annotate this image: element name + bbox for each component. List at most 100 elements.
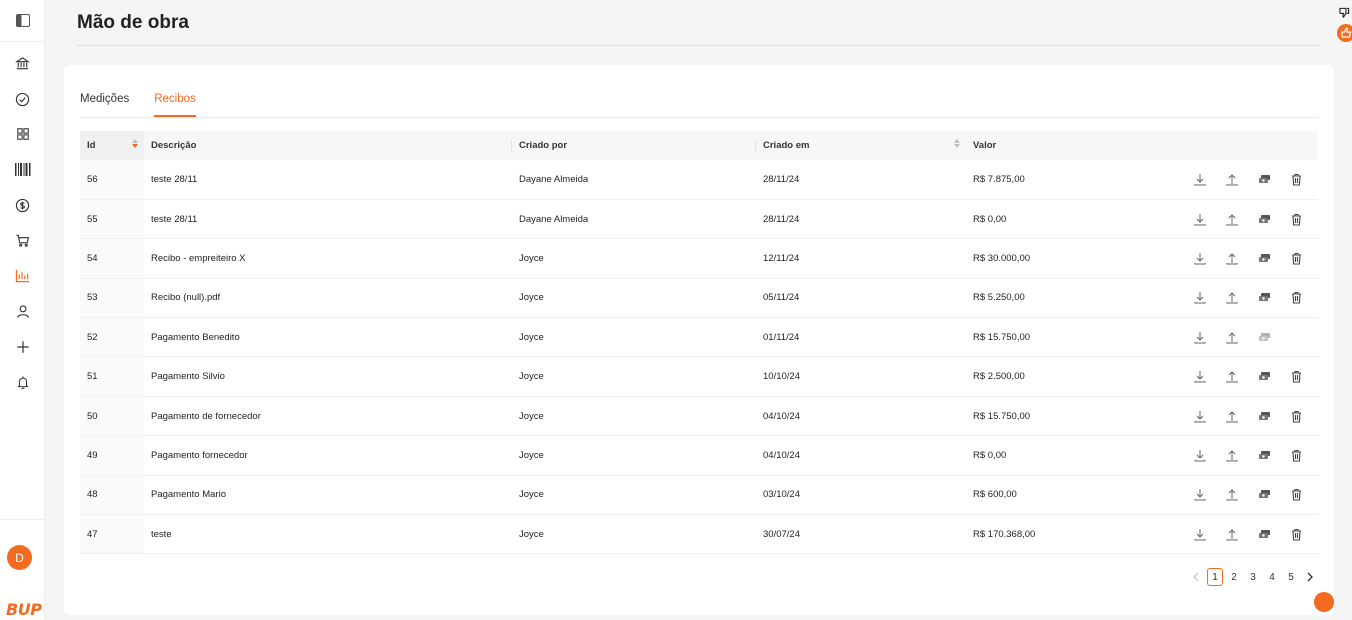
column-header-id[interactable]: Id: [80, 131, 144, 160]
feedback-button[interactable]: [1339, 5, 1350, 23]
pagination-next-button[interactable]: [1302, 568, 1318, 586]
pay-button[interactable]: [1256, 211, 1272, 227]
upload-button[interactable]: [1224, 329, 1240, 345]
table-row[interactable]: 54 Recibo - empreiteiro X Joyce 12/11/24 R$ …: [80, 238, 1318, 279]
download-button[interactable]: [1192, 369, 1208, 385]
pagination-page-5[interactable]: 5: [1283, 568, 1299, 586]
sidebar-item-barcode[interactable]: [0, 152, 45, 187]
sidebar-item-purchases[interactable]: [0, 223, 45, 258]
download-button[interactable]: [1192, 526, 1208, 542]
upload-button[interactable]: [1224, 487, 1240, 503]
download-button[interactable]: [1192, 290, 1208, 306]
tab-recibos[interactable]: Recibos: [154, 93, 196, 117]
table-row[interactable]: 49 Pagamento fornecedor Joyce 04/10/24 R$ 0,…: [80, 435, 1318, 476]
table-row[interactable]: 48 Pagamento Mario Joyce 03/10/24 R$ 600,00: [80, 475, 1318, 515]
table-row[interactable]: 50 Pagamento de fornecedor Joyce 04/10/24 R$…: [80, 396, 1318, 436]
like-badge[interactable]: [1337, 24, 1352, 42]
sidebar-item-users[interactable]: [0, 294, 45, 329]
pagination-page-2[interactable]: 2: [1226, 568, 1242, 586]
pay-button[interactable]: [1256, 329, 1272, 345]
cell-descricao: Recibo - empreiteiro X: [151, 252, 246, 264]
delete-button[interactable]: [1288, 290, 1304, 306]
upload-icon: [1226, 292, 1238, 304]
download-button[interactable]: [1192, 487, 1208, 503]
table-row[interactable]: 51 Pagamento Silvio Joyce 10/10/24 R$ 2.500,…: [80, 356, 1318, 397]
upload-button[interactable]: [1224, 369, 1240, 385]
table-row[interactable]: 55 teste 28/11 Dayane Almeida 28/11/24 R$ 0,…: [80, 199, 1318, 239]
pagination-prev-button[interactable]: [1188, 568, 1204, 586]
pay-button[interactable]: [1256, 526, 1272, 542]
cart-icon: [16, 234, 30, 247]
column-header-criado-em[interactable]: Criado em: [756, 131, 966, 160]
upload-button[interactable]: [1224, 250, 1240, 266]
cell-descricao: Pagamento de fornecedor: [151, 410, 261, 422]
upload-button[interactable]: [1224, 171, 1240, 187]
pagination-page-3[interactable]: 3: [1245, 568, 1261, 586]
delete-button[interactable]: [1288, 447, 1304, 463]
download-button[interactable]: [1192, 250, 1208, 266]
cell-criado-em: 04/10/24: [763, 410, 800, 422]
sidebar-item-add[interactable]: [0, 329, 45, 364]
delete-button[interactable]: [1288, 526, 1304, 542]
download-icon: [1194, 371, 1206, 383]
download-icon: [1194, 449, 1206, 462]
delete-button[interactable]: [1288, 250, 1304, 266]
table-row[interactable]: 56 teste 28/11 Dayane Almeida 28/11/24 R$ 7.…: [80, 160, 1318, 200]
upload-button[interactable]: [1224, 526, 1240, 542]
help-chat-button[interactable]: [1314, 592, 1334, 612]
pay-button[interactable]: [1256, 171, 1272, 187]
pagination-page-4[interactable]: 4: [1264, 568, 1280, 586]
tab-medicoes[interactable]: Medições: [80, 93, 129, 117]
receipts-table: Id Descrição Criado por Criado em Valor …: [80, 131, 1318, 554]
table-row[interactable]: 53 Recibo (null).pdf Joyce 05/11/24 R$ 5.250…: [80, 278, 1318, 318]
cell-actions: [1166, 357, 1318, 396]
cell-descricao: Recibo (null).pdf: [151, 292, 221, 304]
upload-icon: [1226, 174, 1238, 186]
delete-button[interactable]: [1288, 408, 1304, 424]
sidebar-item-finance[interactable]: [0, 188, 45, 223]
download-button[interactable]: [1192, 171, 1208, 187]
pay-button[interactable]: [1256, 250, 1272, 266]
sidebar-item-dashboard[interactable]: [0, 117, 45, 152]
cell-id: 52: [80, 317, 144, 357]
cell-actions: [1166, 475, 1318, 514]
pay-button[interactable]: [1256, 487, 1272, 503]
column-header-valor-label: Valor: [973, 140, 997, 151]
table-row[interactable]: 52 Pagamento Benedito Joyce 01/11/24 R$ 15.7…: [80, 317, 1318, 357]
avatar[interactable]: D: [7, 545, 32, 570]
pay-button[interactable]: [1256, 408, 1272, 424]
download-button[interactable]: [1192, 329, 1208, 345]
check-circle-icon: [15, 92, 30, 106]
delete-button[interactable]: [1288, 369, 1304, 385]
cell-valor: R$ 7.875,00: [973, 173, 1025, 185]
tabs-divider: [80, 117, 1318, 118]
delete-button[interactable]: [1288, 211, 1304, 227]
trash-icon: [1291, 173, 1301, 186]
pay-button[interactable]: [1256, 369, 1272, 385]
cell-valor: R$ 170.368,00: [973, 528, 1036, 540]
sidebar-item-tasks[interactable]: [0, 81, 45, 116]
download-button[interactable]: [1192, 447, 1208, 463]
sidebar-toggle-button[interactable]: [0, 0, 45, 42]
download-button[interactable]: [1192, 408, 1208, 424]
sidebar-item-bank[interactable]: [0, 46, 45, 81]
pay-button[interactable]: [1256, 290, 1272, 306]
upload-button[interactable]: [1224, 447, 1240, 463]
delete-button[interactable]: [1288, 171, 1304, 187]
upload-button[interactable]: [1224, 211, 1240, 227]
sidebar-item-reports[interactable]: [0, 258, 45, 293]
upload-button[interactable]: [1224, 290, 1240, 306]
cell-criado-por: Joyce: [519, 292, 544, 304]
cell-id: 55: [80, 199, 144, 239]
money-icon: [1258, 214, 1270, 223]
money-icon: [1258, 174, 1270, 183]
money-icon: [1258, 490, 1270, 499]
delete-button[interactable]: [1288, 487, 1304, 503]
user-icon: [16, 305, 29, 318]
pay-button[interactable]: [1256, 447, 1272, 463]
sidebar-item-notifications[interactable]: [0, 365, 45, 400]
upload-button[interactable]: [1224, 408, 1240, 424]
download-button[interactable]: [1192, 211, 1208, 227]
pagination-page-1[interactable]: 1: [1207, 568, 1223, 586]
table-row[interactable]: 47 teste Joyce 30/07/24 R$ 170.368,00: [80, 514, 1318, 554]
